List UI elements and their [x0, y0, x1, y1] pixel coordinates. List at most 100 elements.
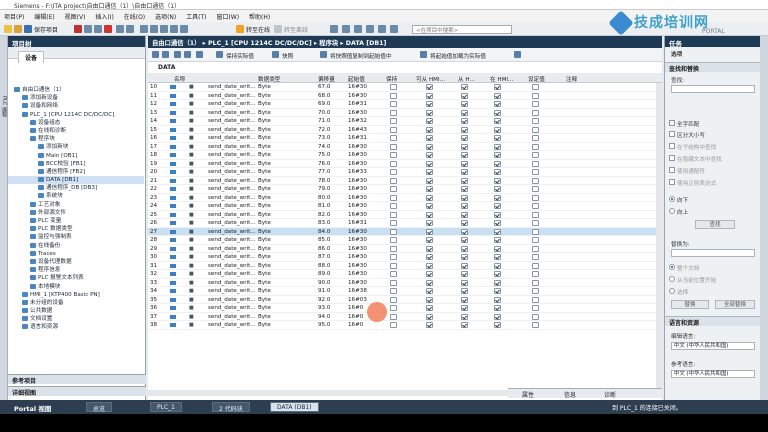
cell-offset[interactable]: 87.0	[318, 254, 330, 261]
cell-datatype[interactable]: Byte	[258, 152, 271, 159]
cell-datatype[interactable]: Byte	[258, 161, 271, 168]
table-row[interactable]: 30 ■ send_date_writ... Byte 87.0 16#30	[148, 253, 658, 262]
copy-snapshot-icon[interactable]	[320, 51, 327, 58]
hmi-write-checkbox[interactable]	[461, 228, 468, 235]
table-row[interactable]: 17 ■ send_date_writ... Byte 74.0 16#30	[148, 143, 658, 151]
cell-start-value[interactable]: 16#30	[348, 186, 367, 193]
whole-word-checkbox[interactable]	[669, 120, 675, 126]
table-row[interactable]: 10 ■ send_date_writ... Byte 67.0 16#30	[148, 83, 658, 92]
cell-offset[interactable]: 82.0	[318, 212, 330, 219]
cell-datatype[interactable]: Byte	[258, 254, 271, 261]
retain-checkbox[interactable]	[390, 160, 397, 167]
hmi-access-checkbox[interactable]	[426, 254, 433, 260]
cell-datatype[interactable]: Byte	[258, 246, 271, 253]
cell-datatype[interactable]: Byte	[258, 280, 271, 287]
cell-start-value[interactable]: 16#30	[348, 84, 367, 91]
copy-icon[interactable]	[84, 25, 92, 33]
cell-offset[interactable]: 78.0	[318, 178, 330, 185]
retain-checkbox[interactable]	[390, 279, 397, 286]
cell-datatype[interactable]: Byte	[258, 263, 271, 270]
hmi-write-checkbox[interactable]	[461, 254, 468, 260]
cell-datatype[interactable]: Byte	[258, 203, 271, 210]
setpoint-checkbox[interactable]	[532, 262, 539, 269]
cell-offset[interactable]: 77.0	[318, 169, 330, 176]
hmi-access-checkbox[interactable]	[426, 271, 433, 277]
cell-datatype[interactable]: Byte	[258, 93, 271, 100]
row-number[interactable]: 10	[150, 84, 157, 91]
details-view-panel[interactable]: 详细视图	[8, 386, 146, 397]
setpoint-checkbox[interactable]	[532, 84, 539, 90]
hmi-write-checkbox[interactable]	[461, 160, 468, 167]
cell-offset[interactable]: 71.0	[318, 118, 330, 125]
language-resources-section[interactable]: 语言和资源	[665, 316, 761, 327]
cell-offset[interactable]: 84.0	[318, 229, 330, 236]
left-sidebar-strip[interactable]: PLC 编程	[0, 36, 8, 400]
cell-offset[interactable]: 69.0	[318, 101, 330, 108]
tree-node[interactable]: PLC_1 [CPU 1214C DC/DC/DC]	[8, 111, 144, 119]
row-number[interactable]: 32	[150, 271, 157, 278]
col-start-value[interactable]: 起始值	[348, 75, 365, 83]
cell-datatype[interactable]: Byte	[258, 237, 271, 244]
cell-datatype[interactable]: Byte	[258, 178, 271, 185]
wildcards-checkbox[interactable]	[669, 167, 675, 173]
tree-node[interactable]: 在线备份	[8, 242, 144, 250]
cell-datatype[interactable]: Byte	[258, 322, 271, 329]
row-number[interactable]: 31	[150, 263, 157, 270]
cell-start-value[interactable]: 16#30	[348, 152, 367, 159]
cell-offset[interactable]: 68.0	[318, 93, 330, 100]
retain-checkbox[interactable]	[390, 143, 397, 150]
retain-checkbox[interactable]	[390, 194, 397, 201]
redo-icon[interactable]	[126, 25, 134, 33]
tree-node[interactable]: 本地模块	[8, 283, 144, 291]
go-offline-icon[interactable]	[274, 25, 282, 33]
setpoint-checkbox[interactable]	[532, 143, 539, 150]
retain-checkbox[interactable]	[390, 305, 397, 311]
setpoint-checkbox[interactable]	[532, 271, 539, 277]
snapshot-icon[interactable]	[272, 51, 279, 58]
split-vertical-icon[interactable]	[366, 25, 374, 33]
row-number[interactable]: 17	[150, 144, 157, 151]
cell-start-value[interactable]: 16#30	[348, 280, 367, 287]
hmi-visible-checkbox[interactable]	[494, 135, 501, 141]
cell-name[interactable]: send_date_writ...	[208, 101, 256, 108]
row-number[interactable]: 13	[150, 110, 157, 117]
collapse-all-icon[interactable]	[184, 51, 191, 58]
hmi-write-checkbox[interactable]	[461, 92, 468, 99]
cell-offset[interactable]: 72.0	[318, 127, 330, 134]
hmi-write-checkbox[interactable]	[461, 271, 468, 277]
cell-start-value[interactable]: 16#30	[348, 144, 367, 151]
table-row[interactable]: 19 ■ send_date_writ... Byte 76.0 16#30	[148, 160, 658, 168]
col-name[interactable]: 名称	[174, 75, 185, 83]
table-row[interactable]: 25 ■ send_date_writ... Byte 82.0 16#30	[148, 211, 658, 219]
cell-offset[interactable]: 75.0	[318, 152, 330, 159]
cell-start-value[interactable]: 16#03	[348, 297, 367, 304]
hmi-write-checkbox[interactable]	[461, 143, 468, 150]
cell-offset[interactable]: 88.0	[318, 263, 330, 270]
download-icon[interactable]	[150, 25, 158, 33]
row-number[interactable]: 22	[150, 186, 157, 193]
cell-name[interactable]: send_date_writ...	[208, 254, 256, 261]
table-row[interactable]: 15 ■ send_date_writ... Byte 72.0 16#43	[148, 126, 658, 134]
delete-icon[interactable]	[104, 25, 112, 33]
save-icon[interactable]	[24, 25, 32, 33]
simulate-icon[interactable]	[170, 25, 178, 33]
setpoint-checkbox[interactable]	[532, 296, 539, 303]
hmi-write-checkbox[interactable]	[461, 322, 468, 328]
regex-checkbox[interactable]	[669, 179, 675, 185]
cell-start-value[interactable]: 16#0	[348, 305, 363, 312]
tree-node[interactable]: 通信程序_DB [DB3]	[8, 184, 144, 192]
cell-offset[interactable]: 91.0	[318, 288, 330, 295]
match-case-checkbox[interactable]	[669, 131, 675, 137]
cell-name[interactable]: send_date_writ...	[208, 263, 256, 270]
hmi-visible-checkbox[interactable]	[494, 186, 501, 192]
hmi-access-checkbox[interactable]	[426, 203, 433, 209]
cell-offset[interactable]: 81.0	[318, 203, 330, 210]
tree-node[interactable]: 设备组态	[8, 119, 144, 127]
cell-datatype[interactable]: Byte	[258, 135, 271, 142]
setpoint-checkbox[interactable]	[532, 203, 539, 209]
hmi-visible-checkbox[interactable]	[494, 245, 501, 252]
cell-offset[interactable]: 93.0	[318, 305, 330, 312]
setpoint-checkbox[interactable]	[532, 135, 539, 141]
table-row[interactable]: 21 ■ send_date_writ... Byte 78.0 16#30	[148, 177, 658, 185]
retain-checkbox[interactable]	[390, 296, 397, 303]
